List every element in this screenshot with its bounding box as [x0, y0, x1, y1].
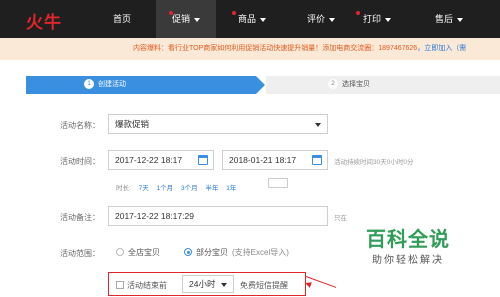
notice-text: 内容爆料：看行业TOP商家如何利用促销活动快速提升销量！添加电商交流圈：1897…: [133, 45, 418, 52]
sms-check-label: 活动结束前: [127, 281, 167, 290]
step-create-activity: 1 创建活动: [26, 76, 265, 94]
quick-option-1m[interactable]: 1个月: [157, 185, 174, 192]
chevron-down-icon: [260, 17, 266, 22]
nav-label-review: 评价: [306, 14, 325, 24]
step-label: 创建活动: [98, 81, 126, 88]
chevron-down-icon: [385, 17, 391, 22]
nav-item-promotion[interactable]: 促销: [156, 0, 216, 38]
chevron-down-icon: [329, 17, 335, 22]
nav-item-aftersale[interactable]: 售后: [424, 0, 474, 38]
remark-label: 活动备注：: [60, 213, 100, 222]
quick-option-7d[interactable]: 7天: [139, 185, 149, 192]
scope-part-label: 部分宝贝: [196, 248, 228, 257]
notice-bar: 内容爆料：看行业TOP商家如何利用促销活动快速提升销量！添加电商交流圈：1897…: [0, 38, 500, 60]
duration-hint: 活动持续时间30天0小时0分: [334, 159, 414, 166]
scope-all-radio[interactable]: [116, 248, 124, 256]
top-navbar: 火牛 首页 促销 商品 评价 打印 售后: [0, 0, 500, 38]
watermark-subtitle: 助你轻松解决: [372, 255, 444, 266]
nav-label-print: 打印: [362, 14, 381, 24]
start-time-value: 2017-12-22 18:17: [115, 155, 183, 165]
step-indicator: 1 创建活动 2 选择宝贝: [26, 76, 500, 94]
activity-time-label: 活动时间：: [60, 157, 100, 166]
scope-part-hint: (支持Excel导入): [232, 248, 289, 257]
remark-value: 2017-12-22 18:17:29: [115, 211, 194, 221]
step-select-items: 2 选择宝贝: [266, 76, 500, 94]
brand-logo[interactable]: 火牛: [26, 8, 66, 33]
calendar-icon[interactable]: [312, 155, 322, 165]
join-link[interactable]: ，立即加入（需: [417, 45, 466, 52]
chevron-down-icon: [194, 17, 200, 22]
nav-item-review[interactable]: 评价: [296, 0, 346, 38]
remark-hint: 只在: [334, 215, 347, 222]
step-label: 选择宝贝: [342, 81, 370, 88]
chevron-down-icon: [221, 283, 227, 287]
activity-name-value: 爆款促销: [115, 119, 150, 129]
nav-label-home: 首页: [112, 14, 131, 24]
scope-all-label: 全店宝贝: [128, 248, 160, 257]
quick-option-3m[interactable]: 3个月: [181, 185, 198, 192]
red-dot-icon: [356, 11, 360, 15]
nav-item-goods[interactable]: 商品: [224, 0, 280, 38]
red-dot-icon: [232, 11, 236, 15]
sms-reminder-label: 免费短信提醒: [240, 281, 288, 290]
step-number: 1: [84, 79, 94, 90]
reminder-hours-value: 24小时: [189, 279, 216, 289]
scope-part-radio[interactable]: [184, 248, 192, 256]
activity-name-label: 活动名称：: [60, 121, 100, 130]
quick-option-6m[interactable]: 半年: [205, 185, 218, 192]
quick-duration-label: 时长:: [116, 185, 131, 192]
nav-item-print[interactable]: 打印: [352, 0, 402, 38]
activity-name-select[interactable]: 爆款促销: [108, 114, 328, 134]
scope-label: 活动范围：: [60, 249, 100, 258]
quick-option-1y[interactable]: 1年: [226, 185, 236, 192]
calendar-icon[interactable]: [198, 155, 208, 165]
reminder-hours-select[interactable]: 24小时: [182, 275, 234, 293]
nav-item-home[interactable]: 首页: [104, 0, 140, 38]
start-time-input[interactable]: 2017-12-22 18:17: [108, 150, 214, 170]
red-dot-icon: [169, 11, 173, 15]
step-number: 2: [328, 79, 338, 90]
nav-label-aftersale: 售后: [434, 14, 453, 24]
chevron-down-icon: [457, 17, 463, 22]
end-time-input[interactable]: 2018-01-21 18:17: [222, 150, 328, 170]
watermark-title: 百科全说: [366, 227, 450, 251]
nav-label-promotion: 促销: [171, 14, 190, 24]
quick-duration-options: 时长: 7天 1个月 3个月 半年 1年: [116, 182, 242, 192]
remark-input[interactable]: 2017-12-22 18:17:29: [108, 206, 328, 226]
sms-reminder-checkbox[interactable]: [116, 281, 124, 289]
nav-label-goods: 商品: [237, 14, 256, 24]
custom-duration-input[interactable]: [268, 178, 288, 188]
chevron-down-icon: [315, 123, 321, 127]
end-time-value: 2018-01-21 18:17: [229, 155, 297, 165]
